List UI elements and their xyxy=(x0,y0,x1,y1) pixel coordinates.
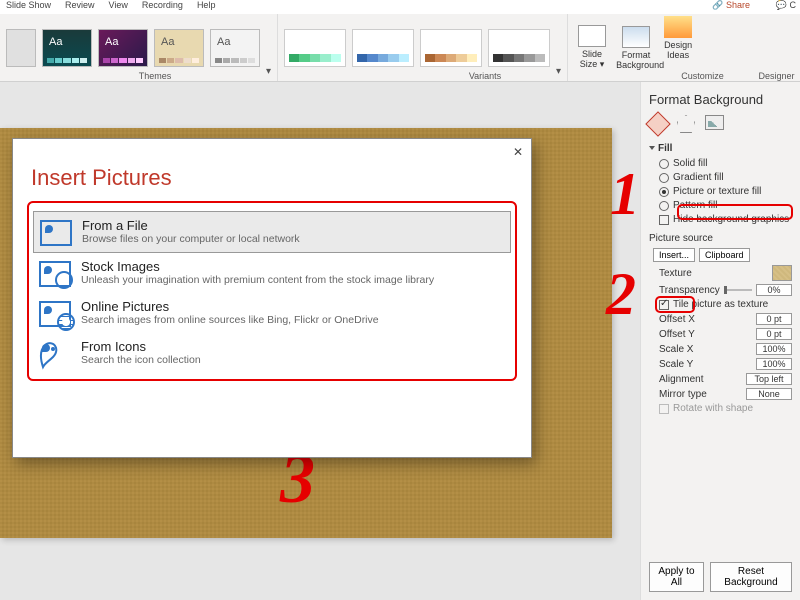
online-pictures-icon xyxy=(39,301,71,327)
fill-section-header[interactable]: Fill xyxy=(658,143,672,154)
theme-thumb[interactable]: Aa xyxy=(42,29,92,67)
variant-thumb[interactable] xyxy=(420,29,482,67)
alignment-value[interactable]: Top left xyxy=(746,373,792,385)
mirror-value[interactable]: None xyxy=(746,388,792,400)
texture-label: Texture xyxy=(659,268,692,279)
share-button[interactable]: 🔗 Share xyxy=(712,0,750,11)
variants-group-label: Variants xyxy=(340,71,630,81)
radio-solid-fill[interactable]: Solid fill xyxy=(659,158,792,169)
pane-tab-fill-icon[interactable] xyxy=(645,111,670,136)
design-ribbon: Aa Aa Aa Aa ▾ ▾ SlideSize ▾ FormatBackgr… xyxy=(0,14,800,82)
theme-thumb[interactable]: Aa xyxy=(154,29,204,67)
reset-background-button[interactable]: Reset Background xyxy=(710,562,792,592)
radio-gradient-fill[interactable]: Gradient fill xyxy=(659,172,792,183)
scale-y-value[interactable]: 100% xyxy=(756,358,792,370)
option-online-pictures[interactable]: Online PicturesSearch images from online… xyxy=(33,293,511,333)
tab-recording[interactable]: Recording xyxy=(142,0,183,14)
offset-y-value[interactable]: 0 pt xyxy=(756,328,792,340)
dialog-options-highlight: From a FileBrowse files on your computer… xyxy=(27,201,517,381)
lightning-icon: ⚡ xyxy=(775,0,790,2)
transparency-label: Transparency xyxy=(659,285,720,296)
scale-x-label: Scale X xyxy=(659,344,693,355)
option-from-icons[interactable]: From IconsSearch the icon collection xyxy=(33,333,511,373)
picture-source-label: Picture source xyxy=(649,233,792,244)
icons-icon xyxy=(39,341,71,367)
annotation-highlight-2 xyxy=(655,296,695,313)
insert-pictures-dialog: ✕ Insert Pictures From a FileBrowse file… xyxy=(12,138,532,458)
dialog-title: Insert Pictures xyxy=(31,165,531,191)
variant-thumb[interactable] xyxy=(284,29,346,67)
designer-group-label: Designer xyxy=(753,71,800,81)
tab-review[interactable]: Review xyxy=(65,0,95,14)
pane-tab-effects-icon[interactable] xyxy=(677,115,695,133)
offset-x-value[interactable]: 0 pt xyxy=(756,313,792,325)
variant-thumb[interactable] xyxy=(352,29,414,67)
apply-to-all-button[interactable]: Apply to All xyxy=(649,562,704,592)
format-background-pane: Format Background Fill Solid fill Gradie… xyxy=(640,82,800,600)
clipboard-button[interactable]: Clipboard xyxy=(699,248,750,262)
theme-thumb[interactable] xyxy=(6,29,36,67)
radio-picture-texture-fill[interactable]: Picture or texture fill xyxy=(659,186,792,197)
checkbox-rotate-with-shape: Rotate with shape xyxy=(659,403,792,414)
annotation-highlight-1 xyxy=(677,204,793,220)
offset-x-label: Offset X xyxy=(659,314,695,325)
texture-swatch[interactable] xyxy=(772,265,792,281)
stock-images-icon xyxy=(39,261,71,287)
dialog-close-button[interactable]: ✕ xyxy=(513,145,523,159)
mirror-label: Mirror type xyxy=(659,389,707,400)
theme-thumb[interactable]: Aa xyxy=(210,29,260,67)
file-icon xyxy=(40,220,72,246)
tab-slideshow[interactable]: Slide Show xyxy=(6,0,51,14)
variant-thumb[interactable] xyxy=(488,29,550,67)
themes-group-label: Themes xyxy=(0,71,310,81)
option-from-file[interactable]: From a FileBrowse files on your computer… xyxy=(33,211,511,253)
annotation-2: 2 xyxy=(606,260,636,329)
pane-title: Format Background xyxy=(649,92,792,107)
tab-help[interactable]: Help xyxy=(197,0,216,14)
option-stock-images[interactable]: Stock ImagesUnleash your imagination wit… xyxy=(33,253,511,293)
annotation-1: 1 xyxy=(610,160,640,229)
transparency-slider[interactable] xyxy=(724,289,752,291)
pane-tab-picture-icon[interactable] xyxy=(705,115,724,130)
transparency-value[interactable]: 0% xyxy=(756,284,792,296)
scale-y-label: Scale Y xyxy=(659,359,693,370)
customize-group-label: Customize xyxy=(660,71,745,81)
scale-x-value[interactable]: 100% xyxy=(756,343,792,355)
alignment-label: Alignment xyxy=(659,374,703,385)
offset-y-label: Offset Y xyxy=(659,329,695,340)
format-background-button[interactable]: FormatBackground xyxy=(616,26,656,70)
insert-picture-button[interactable]: Insert... xyxy=(653,248,695,262)
slide-size-button[interactable]: SlideSize ▾ xyxy=(572,25,612,70)
ribbon-tab-strip: Slide Show Review View Recording Help xyxy=(0,0,800,14)
theme-thumb[interactable]: Aa xyxy=(98,29,148,67)
tab-view[interactable]: View xyxy=(109,0,128,14)
